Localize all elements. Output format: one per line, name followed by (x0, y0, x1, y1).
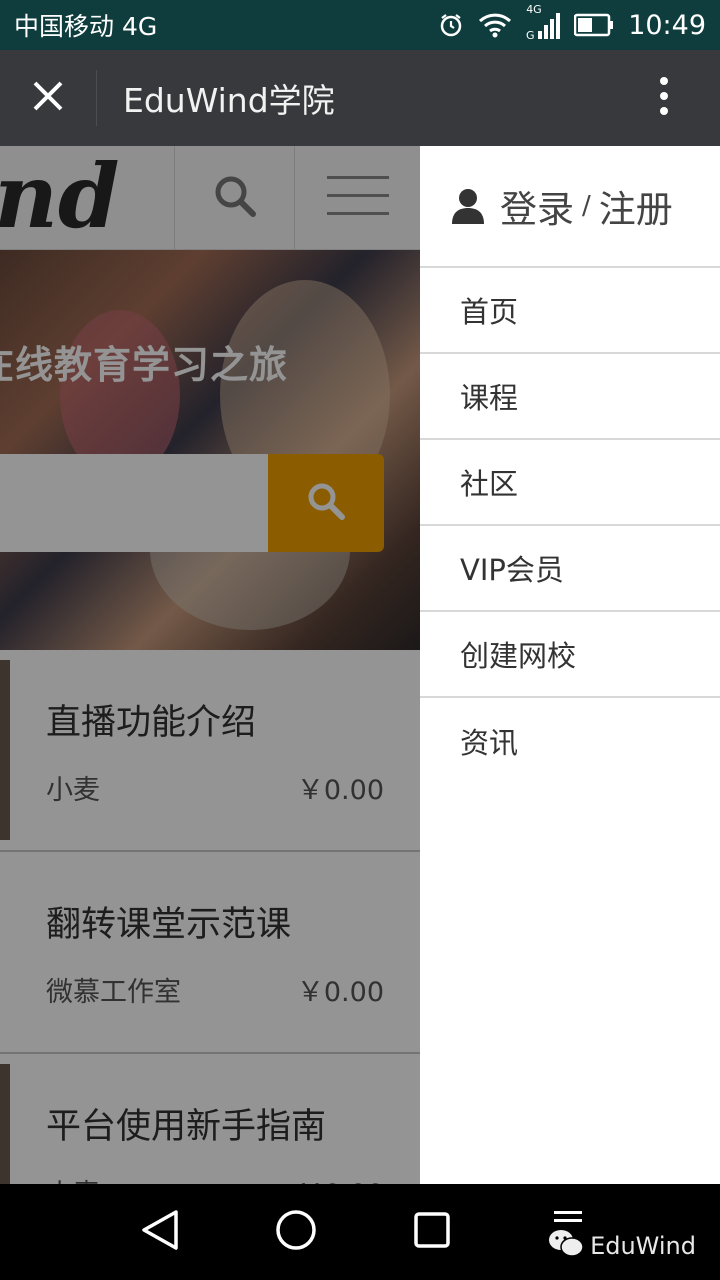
login-label: 登录 (500, 188, 574, 231)
drawer-item-vip[interactable]: VIP会员 (420, 526, 720, 612)
alarm-icon (438, 12, 464, 38)
register-label: 注册 (598, 188, 673, 231)
network-badge: 4G (526, 3, 542, 16)
wechat-icon (548, 1228, 584, 1264)
close-button[interactable] (0, 50, 96, 146)
title-bar: EduWind学院 (0, 50, 720, 146)
side-drawer: 登录 / 注册 首页 课程 社区 VIP会员 创建网校 资讯 (420, 146, 720, 1184)
status-bar: 中国移动 4G G 4G 10:49 (0, 0, 720, 50)
back-icon (140, 1209, 180, 1255)
login-separator: / (582, 191, 591, 221)
signal-icon: G 4G (526, 3, 561, 41)
close-icon (32, 80, 64, 116)
drawer-item-home[interactable]: 首页 (420, 268, 720, 354)
recents-button[interactable] (402, 1202, 462, 1262)
page-title: EduWind学院 (123, 81, 335, 120)
more-button[interactable] (608, 50, 720, 146)
home-icon (274, 1208, 318, 1256)
more-vertical-icon (659, 76, 669, 120)
wifi-icon (478, 12, 512, 38)
drawer-item-create-school[interactable]: 创建网校 (420, 612, 720, 698)
home-button[interactable] (266, 1202, 326, 1262)
login-register-link[interactable]: 登录 / 注册 (420, 146, 720, 268)
back-button[interactable] (130, 1202, 190, 1262)
watermark-label: EduWind (590, 1232, 696, 1260)
carrier-label: 中国移动 4G (14, 12, 158, 41)
drawer-item-news[interactable]: 资讯 (420, 698, 720, 784)
title-divider (96, 70, 97, 126)
battery-icon (574, 13, 614, 37)
clock: 10:49 (628, 9, 706, 41)
svg-text:G: G (526, 29, 535, 41)
recents-icon (413, 1211, 451, 1253)
wechat-watermark: EduWind (548, 1228, 696, 1264)
drawer-overlay[interactable] (0, 146, 420, 1184)
user-icon (452, 188, 484, 224)
drawer-item-community[interactable]: 社区 (420, 440, 720, 526)
drawer-item-courses[interactable]: 课程 (420, 354, 720, 440)
